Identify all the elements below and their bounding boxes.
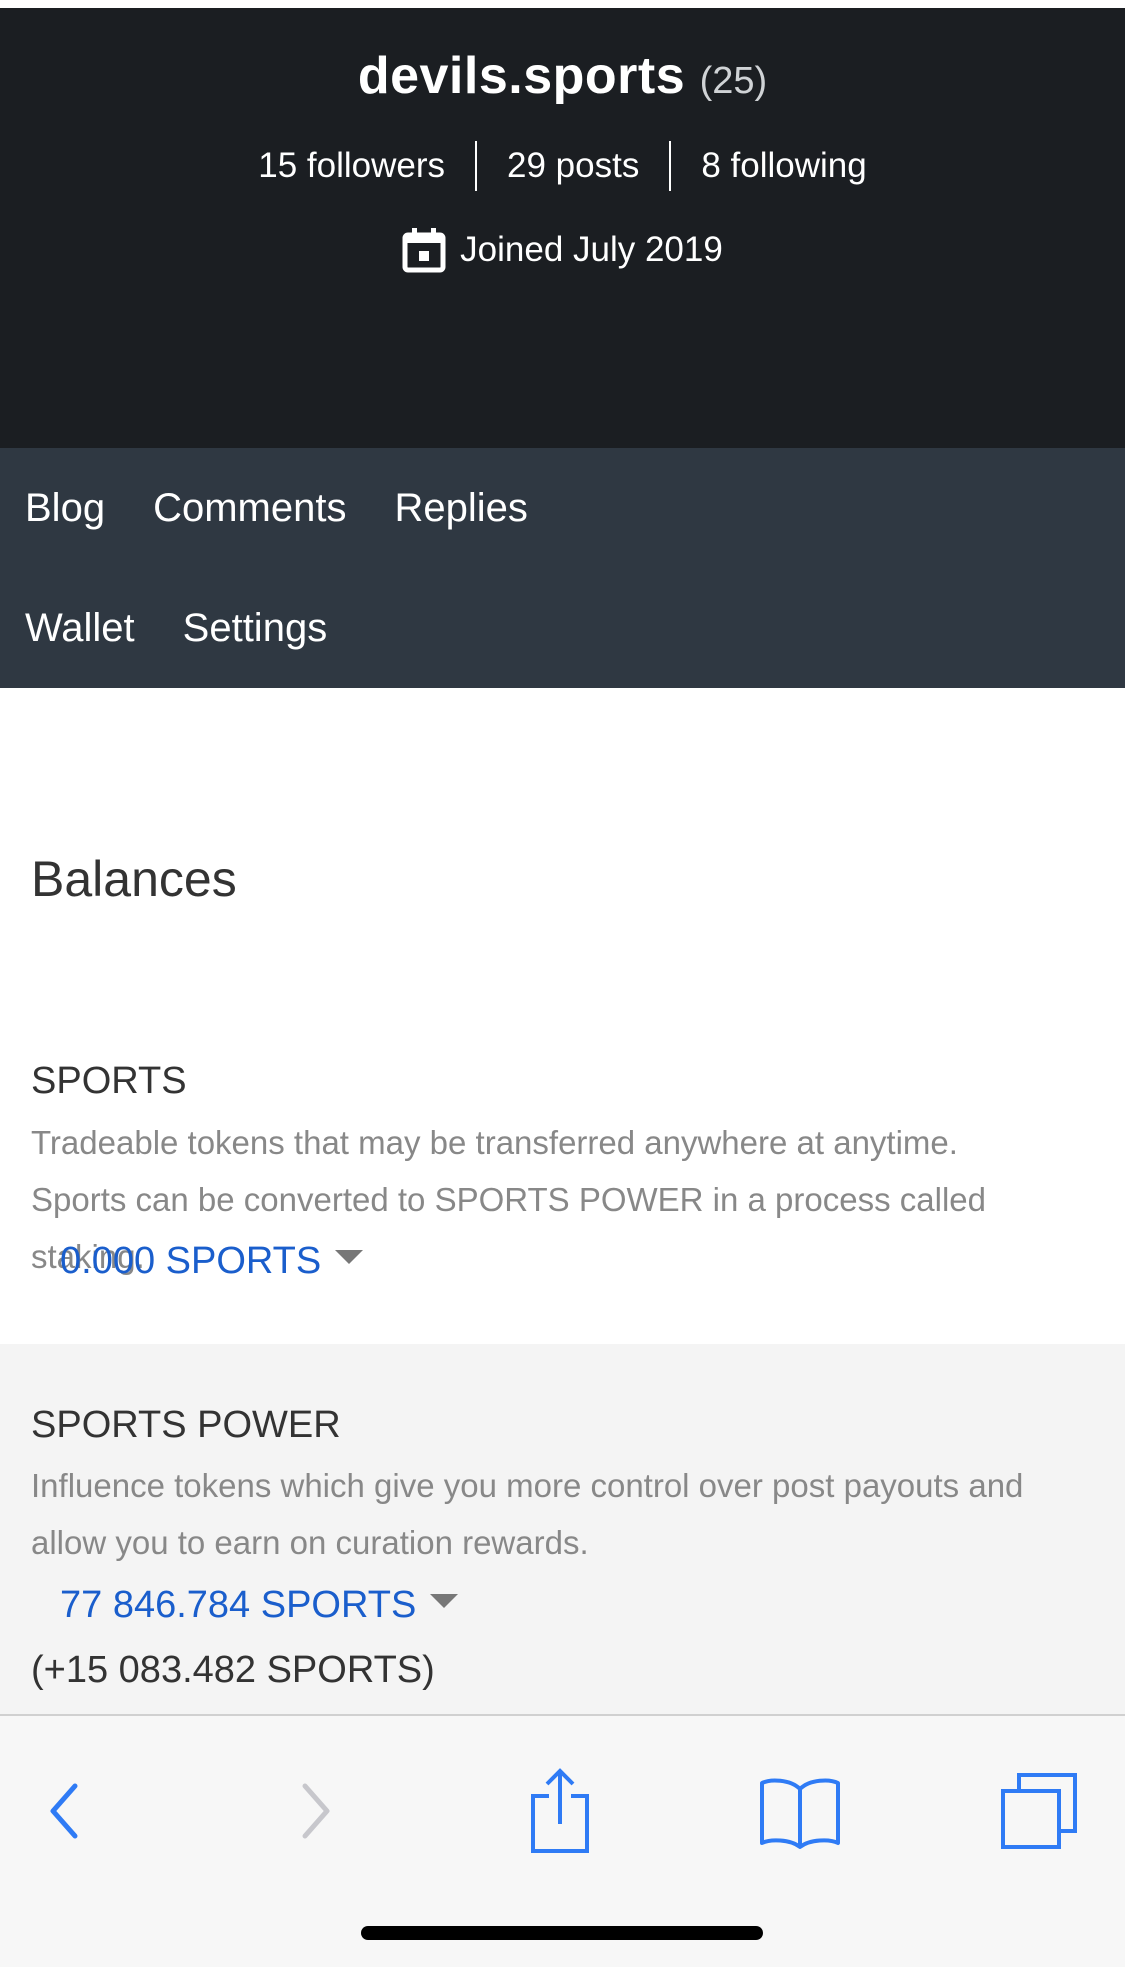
nav-item-wallet[interactable]: Wallet <box>25 606 135 651</box>
caret-down-icon <box>335 1249 364 1264</box>
sports-balance-dropdown[interactable]: 0.000 SPORTS <box>60 1240 364 1283</box>
nav-row: Wallet Settings <box>25 568 375 688</box>
tabs-button[interactable] <box>994 1756 1084 1866</box>
forward-icon <box>302 1783 330 1839</box>
profile-nav: Blog Comments Replies Wallet Settings <box>0 448 1125 688</box>
nav-item-replies[interactable]: Replies <box>394 486 527 531</box>
status-bar-strip <box>0 0 1125 8</box>
share-button[interactable] <box>515 1756 605 1866</box>
balance-description-line: allow you to earn on curation rewards. <box>31 1524 589 1561</box>
calendar-icon <box>402 228 446 273</box>
posts-count: 29 posts <box>507 146 640 185</box>
home-indicator <box>361 1926 763 1940</box>
delegated-balance: (+15 083.482 SPORTS) <box>31 1649 435 1691</box>
bookmarks-icon <box>760 1778 840 1849</box>
balance-value: 77 846.784 SPORTS <box>60 1584 417 1626</box>
joined-date: Joined July 2019 <box>460 230 723 269</box>
balance-description-line: Tradeable tokens that may be transferred… <box>31 1124 958 1161</box>
sports-power-balance-dropdown[interactable]: 77 846.784 SPORTS <box>60 1584 459 1627</box>
profile-header: devils.sports (25) 15 followers 29 posts… <box>0 8 1125 448</box>
reputation-score: (25) <box>699 60 768 102</box>
back-button[interactable] <box>20 1756 110 1866</box>
nav-item-settings[interactable]: Settings <box>183 606 328 651</box>
profile-name: devils.sports <box>357 47 686 105</box>
following-count[interactable]: 8 following <box>671 141 896 191</box>
nav-row: Blog Comments Replies <box>25 448 576 568</box>
balance-title: SPORTS <box>31 1060 187 1102</box>
profile-name-row: devils.sports (25) <box>0 46 1125 119</box>
sports-power-balance-section: SPORTS POWER Influence tokens which give… <box>0 1344 1125 1714</box>
nav-item-blog[interactable]: Blog <box>25 486 105 531</box>
forward-button[interactable] <box>270 1756 360 1866</box>
sports-balance-section: SPORTS Tradeable tokens that may be tran… <box>0 1050 1125 1344</box>
joined-date-row: Joined July 2019 <box>0 220 1125 280</box>
balance-description: Influence tokens which give you more con… <box>31 1457 1101 1571</box>
balances-heading: Balances <box>31 851 237 907</box>
back-icon <box>50 1783 78 1839</box>
nav-item-comments[interactable]: Comments <box>153 486 346 531</box>
balance-value: 0.000 SPORTS <box>60 1240 322 1282</box>
balance-title: SPORTS POWER <box>31 1404 341 1446</box>
bookmarks-button[interactable] <box>755 1756 845 1866</box>
profile-stats: 15 followers 29 posts 8 following <box>0 136 1125 196</box>
caret-down-icon <box>430 1593 459 1608</box>
balance-description-line: Influence tokens which give you more con… <box>31 1467 1024 1504</box>
tabs-icon <box>1001 1773 1077 1849</box>
followers-count[interactable]: 15 followers <box>228 141 475 191</box>
share-icon <box>531 1768 589 1853</box>
